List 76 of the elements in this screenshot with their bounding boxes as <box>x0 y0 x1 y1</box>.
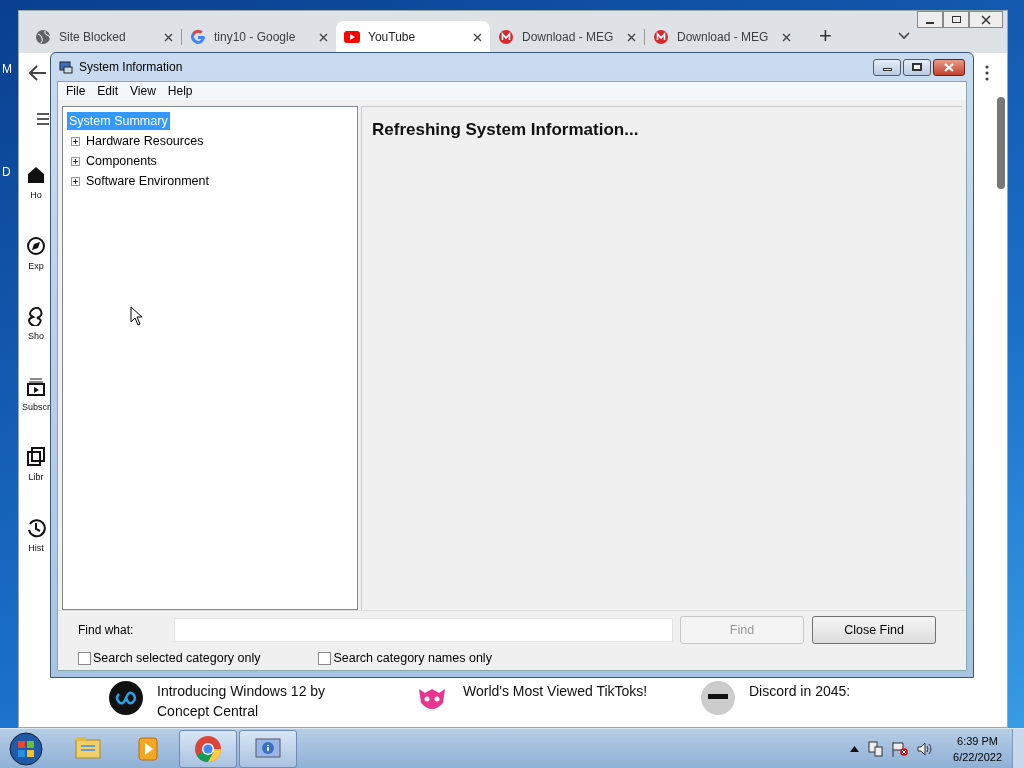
channel-avatar[interactable] <box>109 681 143 715</box>
close-icon[interactable] <box>164 32 173 42</box>
checkbox-label: Search selected category only <box>93 650 261 667</box>
minimize-button[interactable] <box>917 11 943 28</box>
close-find-button[interactable]: Close Find <box>812 616 936 644</box>
menu-item[interactable]: Help <box>161 82 199 100</box>
minimize-button[interactable] <box>873 58 901 76</box>
library-icon[interactable] <box>26 447 46 467</box>
window-title: System Information <box>79 59 183 76</box>
network-icon[interactable] <box>867 740 884 757</box>
close-button[interactable] <box>933 58 965 76</box>
expand-icon[interactable] <box>71 136 80 146</box>
video-title[interactable]: Discord in 2045: <box>749 681 851 721</box>
tab-title: tiny10 - Google <box>214 29 297 46</box>
speaker-icon[interactable] <box>917 741 934 756</box>
app-icon <box>59 60 73 74</box>
start-button[interactable] <box>9 731 43 766</box>
tab-title: Site Blocked <box>59 29 127 46</box>
sidebar-label[interactable]: Subscr <box>22 400 50 414</box>
close-icon[interactable] <box>473 32 482 42</box>
history-icon[interactable] <box>26 517 46 538</box>
find-label: Find what: <box>78 622 135 639</box>
clock-date[interactable]: 6/22/2022 <box>953 748 1002 765</box>
menu-item[interactable]: File <box>60 82 92 100</box>
close-button[interactable] <box>969 11 1003 28</box>
tab-title: Download - MEG <box>522 29 615 46</box>
tab-title: Download - MEG <box>677 29 770 46</box>
menu-item[interactable]: Edit <box>91 82 125 100</box>
video-title[interactable]: World's Most Viewed TikToks! <box>463 681 648 721</box>
close-icon[interactable] <box>782 32 791 42</box>
flag-icon[interactable] <box>891 740 910 757</box>
tree-item[interactable]: Software Environment <box>84 171 211 191</box>
find-input-field[interactable] <box>174 618 673 642</box>
checkbox[interactable] <box>318 651 332 665</box>
checkbox-label: Search category names only <box>333 650 492 667</box>
expand-icon[interactable] <box>71 176 80 186</box>
sidebar-label[interactable]: Hist <box>28 541 44 555</box>
google-icon <box>190 29 206 45</box>
subs-icon[interactable] <box>26 376 46 397</box>
play-icon <box>344 29 360 45</box>
desktop-icon-label[interactable]: M <box>2 60 12 78</box>
sidebar-label[interactable]: Libr <box>28 471 44 485</box>
close-icon <box>981 14 991 25</box>
menu-icon[interactable] <box>985 65 989 81</box>
tree-item[interactable]: Components <box>84 151 159 171</box>
maximize-button[interactable] <box>943 11 969 28</box>
channel-avatar[interactable] <box>701 681 735 715</box>
tree-item[interactable]: Hardware Resources <box>84 131 206 151</box>
explore-icon[interactable] <box>26 235 46 256</box>
tab-title: YouTube <box>368 29 417 46</box>
sidebar-label[interactable]: Sho <box>28 330 44 344</box>
expand-icon[interactable] <box>71 156 80 166</box>
sidebar-label[interactable]: Ho <box>30 189 42 203</box>
close-icon[interactable] <box>319 32 328 42</box>
home-icon[interactable] <box>26 165 46 185</box>
menu-item[interactable]: View <box>124 82 162 100</box>
status-text: Refreshing System Information... <box>372 119 640 141</box>
menu-icon[interactable] <box>37 113 49 125</box>
browser-tab[interactable]: YouTube <box>336 21 490 53</box>
mouse-cursor-icon <box>130 306 143 326</box>
video-title[interactable]: Introducing Windows 12 by Concept Central <box>157 681 369 721</box>
new-tab-button[interactable]: + <box>813 21 838 53</box>
chrome-icon <box>193 733 223 764</box>
back-icon[interactable] <box>29 65 47 81</box>
close-icon <box>944 62 954 72</box>
maximize-button[interactable] <box>903 58 931 76</box>
show-hidden-icons-icon[interactable] <box>850 745 860 752</box>
desktop-icon-label[interactable]: D <box>2 163 11 181</box>
sidebar-label[interactable]: Exp <box>28 259 44 273</box>
checkbox[interactable] <box>78 651 91 665</box>
scrollbar-thumb[interactable] <box>997 97 1005 189</box>
taskbar-button[interactable] <box>239 729 297 768</box>
globe-icon <box>35 29 51 45</box>
clock-time[interactable]: 6:39 PM <box>957 732 998 749</box>
taskbar-button[interactable] <box>179 729 237 768</box>
close-icon[interactable] <box>627 32 636 42</box>
